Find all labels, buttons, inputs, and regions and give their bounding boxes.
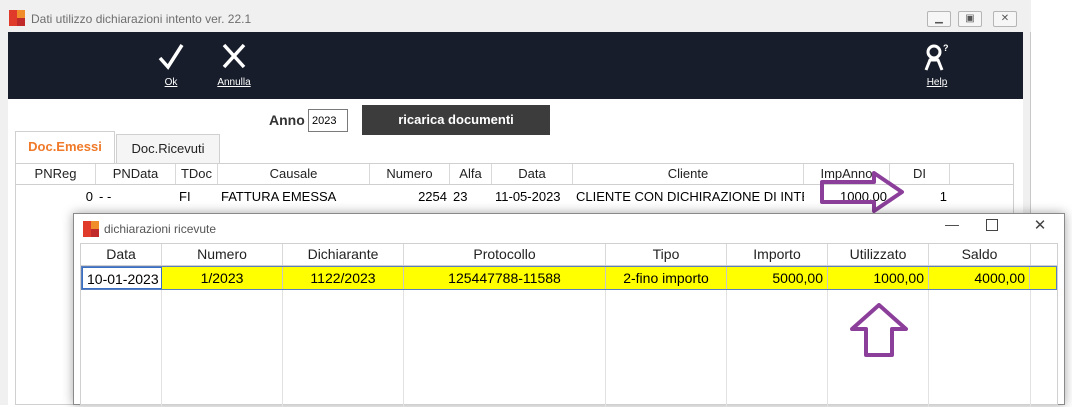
col-header[interactable]: Alfa bbox=[450, 164, 492, 184]
anno-label: Anno bbox=[269, 112, 305, 128]
tab-doc-ricevuti[interactable]: Doc.Ricevuti bbox=[116, 134, 220, 163]
help-user-icon: ? bbox=[924, 43, 949, 71]
title-bar: Dati utilizzo dichiarazioni intento ver.… bbox=[0, 0, 1031, 32]
cancel-x-icon bbox=[222, 43, 246, 69]
col-header[interactable]: Causale bbox=[218, 164, 370, 184]
cell-dichiarante: 1122/2023 bbox=[283, 267, 404, 289]
annulla-label: Annulla bbox=[217, 77, 251, 88]
col-header[interactable]: Saldo bbox=[929, 244, 1031, 265]
reload-documents-button[interactable]: ricarica documenti bbox=[362, 105, 550, 135]
close-icon: ✕ bbox=[1000, 13, 1010, 24]
cell-alfa: 23 bbox=[453, 189, 468, 204]
cell-pndata: - - bbox=[99, 189, 112, 204]
app-logo-icon bbox=[9, 10, 25, 26]
col-header[interactable]: Data bbox=[492, 164, 573, 184]
cell-pnreg: 0 bbox=[85, 189, 93, 204]
ok-button[interactable]: Ok bbox=[156, 42, 186, 88]
col-header[interactable]: Protocollo bbox=[404, 244, 606, 265]
help-label: Help bbox=[926, 77, 948, 88]
dialog-title: dichiarazioni ricevute bbox=[104, 222, 217, 236]
annulla-button[interactable]: Annulla bbox=[211, 42, 257, 88]
cell-cliente: CLIENTE CON DICHIRAZIONE DI INTE bbox=[576, 189, 804, 204]
minimize-icon: ▁ bbox=[935, 13, 943, 24]
cell-saldo: 4000,00 bbox=[929, 267, 1030, 289]
col-header[interactable]: Tipo bbox=[606, 244, 727, 265]
col-header[interactable]: Numero bbox=[162, 244, 283, 265]
restore-button[interactable]: ▣ bbox=[958, 11, 982, 27]
restore-icon: ▣ bbox=[965, 13, 975, 24]
dialog-grid-header: Data Numero Dichiarante Protocollo Tipo … bbox=[81, 244, 1057, 266]
dialog-minimize-button[interactable]: — bbox=[942, 216, 962, 238]
cell-utilizzato: 1000,00 bbox=[828, 267, 929, 289]
table-row[interactable]: 10-01-2023 1/2023 1122/2023 125447788-11… bbox=[81, 266, 1057, 290]
cell-tdoc: FI bbox=[179, 189, 191, 204]
svg-text:?: ? bbox=[943, 43, 949, 53]
tab-doc-emessi[interactable]: Doc.Emessi bbox=[15, 131, 115, 163]
close-button[interactable]: ✕ bbox=[993, 11, 1017, 27]
close-icon: ✕ bbox=[1033, 217, 1047, 234]
cell-data: 11-05-2023 bbox=[495, 189, 561, 204]
annotation-arrow-right-icon bbox=[820, 171, 904, 213]
col-header[interactable]: Cliente bbox=[573, 164, 804, 184]
dichiarazioni-grid: Data Numero Dichiarante Protocollo Tipo … bbox=[80, 243, 1058, 407]
col-header[interactable]: Dichiarante bbox=[283, 244, 404, 265]
cell-causale: FATTURA EMESSA bbox=[221, 189, 337, 204]
dialog-logo-icon bbox=[83, 221, 99, 237]
dialog-close-button[interactable]: ✕ bbox=[1030, 216, 1050, 238]
cell-data[interactable]: 10-01-2023 bbox=[82, 267, 162, 289]
anno-input[interactable] bbox=[308, 109, 348, 132]
checkmark-icon bbox=[158, 44, 184, 70]
col-header[interactable]: Importo bbox=[727, 244, 828, 265]
annotation-arrow-up-icon bbox=[850, 303, 908, 357]
empty-grid-area bbox=[81, 290, 1057, 407]
minimize-button[interactable]: ▁ bbox=[927, 11, 951, 27]
col-header[interactable]: Utilizzato bbox=[828, 244, 929, 265]
col-header[interactable]: Data bbox=[81, 244, 162, 265]
dichiarazioni-dialog: dichiarazioni ricevute — ✕ Data Numero D… bbox=[73, 213, 1065, 407]
cell-importo: 5000,00 bbox=[727, 267, 828, 289]
cell-tipo: 2-fino importo bbox=[606, 267, 727, 289]
help-button[interactable]: ? Help bbox=[920, 42, 954, 88]
col-header[interactable]: PNData bbox=[96, 164, 176, 184]
window-title: Dati utilizzo dichiarazioni intento ver.… bbox=[31, 12, 252, 26]
toolbar: Ok Annulla ? Help bbox=[8, 32, 1023, 99]
cell-numero: 2254 bbox=[418, 189, 447, 204]
cell-protocollo: 125447788-11588 bbox=[404, 267, 606, 289]
col-header[interactable]: Numero bbox=[370, 164, 450, 184]
col-header[interactable]: TDoc bbox=[176, 164, 218, 184]
dialog-maximize-button[interactable] bbox=[986, 219, 998, 231]
cell-numero: 1/2023 bbox=[162, 267, 283, 289]
ok-label: Ok bbox=[164, 77, 178, 88]
minimize-icon: — bbox=[945, 216, 959, 232]
col-header[interactable]: PNReg bbox=[16, 164, 96, 184]
